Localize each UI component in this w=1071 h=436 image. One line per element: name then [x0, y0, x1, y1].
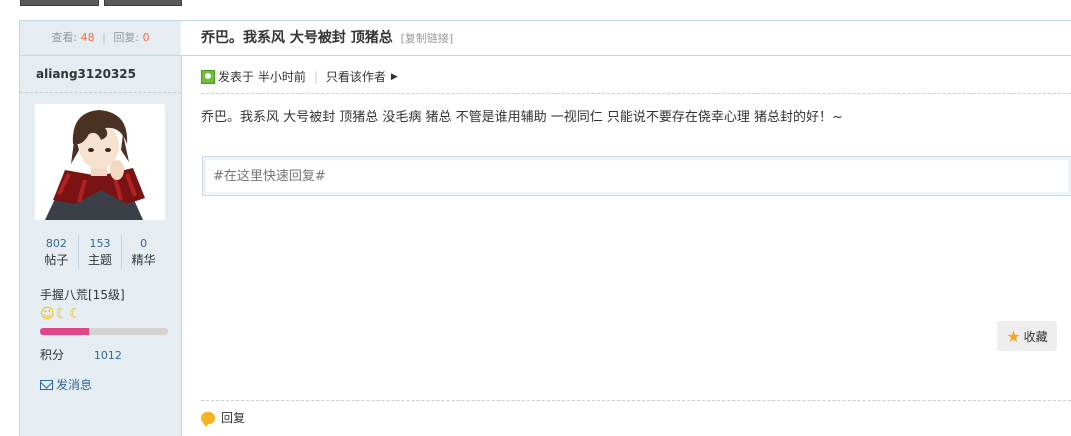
replies-label: 回复: — [113, 31, 140, 44]
count-posts-label: 帖子 — [44, 253, 69, 267]
speech-bubble-icon — [201, 411, 215, 427]
count-digest-label: 精华 — [131, 253, 156, 267]
only-author-link[interactable]: 只看该作者 — [326, 68, 386, 85]
smile-icon: ☺ — [40, 306, 55, 322]
posted-time: 发表于 半小时前 — [218, 70, 306, 84]
star-icon: ★ — [1006, 326, 1021, 346]
count-posts-value: 802 — [45, 237, 67, 250]
send-message-label: 发消息 — [56, 378, 93, 392]
post-title: 乔巴。我系风 大号被封 顶猪总 — [201, 30, 393, 46]
avatar[interactable] — [35, 104, 165, 220]
count-threads[interactable]: 153 主题 — [79, 235, 123, 269]
author-counts: 802 帖子 153 主题 0 精华 — [35, 235, 165, 269]
post-title-row: 乔巴。我系风 大号被封 顶猪总 [复制链接] — [181, 20, 1071, 56]
level-icons: ☺ ☾ ☾ — [40, 307, 82, 321]
moon-icon: ☾ — [69, 306, 82, 322]
mail-icon — [40, 379, 53, 390]
divider — [201, 400, 1071, 401]
arrow-right-icon: ▶ — [390, 71, 398, 82]
divider — [201, 93, 1071, 94]
favorite-button[interactable]: ★ 收藏 — [997, 321, 1057, 351]
thread-stats: 查看: 48 | 回复: 0 — [20, 20, 181, 56]
favorite-label: 收藏 — [1023, 329, 1048, 344]
points-value: 1012 — [93, 349, 122, 362]
author-username[interactable]: aliang3120325 — [20, 56, 181, 93]
reply-link[interactable]: 回复 — [201, 409, 246, 427]
post-content: 乔巴。我系风 大号被封 顶猪总 没毛病 猪总 不管是谁用辅助 一视同仁 只能说不… — [201, 110, 843, 125]
count-digest[interactable]: 0 精华 — [122, 235, 165, 269]
author-rank[interactable]: 手握八荒[15级] — [40, 286, 125, 303]
moon-icon: ☾ — [55, 306, 69, 322]
online-status-icon — [201, 69, 215, 84]
send-message-link[interactable]: 发消息 — [40, 376, 92, 393]
reply-label: 回复 — [221, 411, 246, 425]
views-label: 查看: — [51, 31, 78, 44]
toolbar-button-1[interactable] — [20, 0, 99, 6]
post-main: 乔巴。我系风 大号被封 顶猪总 [复制链接] 发表于 半小时前 | 只看该作者 … — [181, 20, 1071, 436]
author-points: 积分 1012 — [40, 346, 122, 363]
replies-count: 0 — [142, 31, 150, 44]
post-meta: 发表于 半小时前 | 只看该作者 ▶ — [201, 68, 398, 85]
level-progress-bar — [40, 328, 168, 335]
author-sidebar: 查看: 48 | 回复: 0 aliang3120325 802 帖子 153 … — [19, 20, 182, 436]
count-threads-value: 153 — [89, 237, 111, 250]
copy-link[interactable]: [复制链接] — [401, 32, 454, 45]
quick-reply-box[interactable] — [202, 156, 1071, 196]
count-digest-value: 0 — [140, 237, 148, 250]
toolbar-button-2[interactable] — [104, 0, 182, 6]
count-threads-label: 主题 — [88, 253, 113, 267]
level-progress-fill — [40, 328, 89, 335]
count-posts[interactable]: 802 帖子 — [35, 235, 79, 269]
points-label: 积分 — [40, 348, 65, 362]
quick-reply-input[interactable] — [203, 157, 1071, 195]
views-count: 48 — [80, 31, 95, 44]
